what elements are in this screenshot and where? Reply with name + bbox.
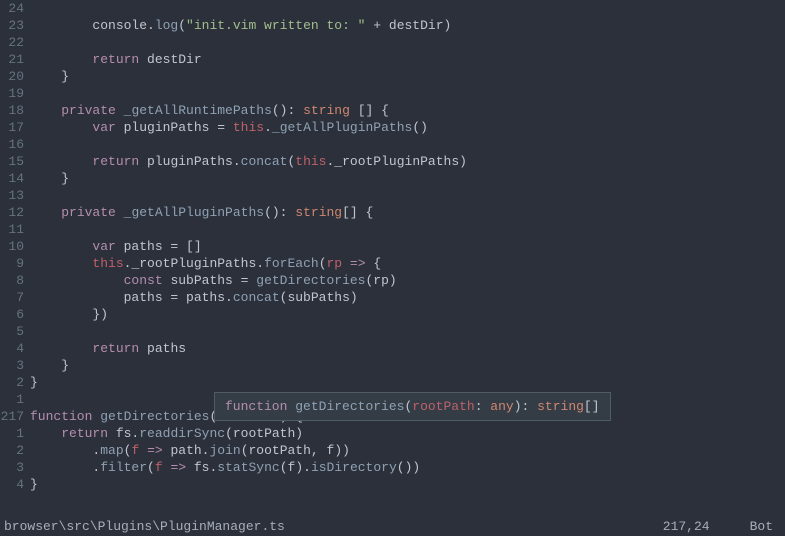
code-content[interactable]: private _getAllPluginPaths(): string[] { [30, 204, 785, 221]
code-content[interactable]: paths = paths.concat(subPaths) [30, 289, 785, 306]
code-line[interactable]: 2} [0, 374, 785, 391]
code-content[interactable]: return pluginPaths.concat(this._rootPlug… [30, 153, 785, 170]
code-content[interactable]: } [30, 68, 785, 85]
code-line[interactable]: 3 } [0, 357, 785, 374]
line-number: 8 [0, 272, 30, 289]
code-content[interactable] [30, 221, 785, 238]
code-line[interactable]: 16 [0, 136, 785, 153]
line-number: 6 [0, 306, 30, 323]
code-line[interactable]: 21 return destDir [0, 51, 785, 68]
code-content[interactable] [30, 323, 785, 340]
code-line[interactable]: 4} [0, 476, 785, 493]
code-content[interactable]: return destDir [30, 51, 785, 68]
line-number: 3 [0, 357, 30, 374]
code-line[interactable]: 7 paths = paths.concat(subPaths) [0, 289, 785, 306]
status-scroll: Bot [750, 518, 773, 536]
status-cursor-pos: 217,24 [663, 518, 710, 536]
code-line[interactable]: 18 private _getAllRuntimePaths(): string… [0, 102, 785, 119]
code-line[interactable]: 5 [0, 323, 785, 340]
line-number: 19 [0, 85, 30, 102]
code-line[interactable]: 15 return pluginPaths.concat(this._rootP… [0, 153, 785, 170]
line-number: 14 [0, 170, 30, 187]
line-number: 10 [0, 238, 30, 255]
code-content[interactable]: } [30, 374, 785, 391]
code-area[interactable]: 2423 console.log("init.vim written to: "… [0, 0, 785, 518]
code-editor[interactable]: 2423 console.log("init.vim written to: "… [0, 0, 785, 536]
code-line[interactable]: 8 const subPaths = getDirectories(rp) [0, 272, 785, 289]
line-number: 12 [0, 204, 30, 221]
line-number: 217 [0, 408, 30, 425]
code-line[interactable]: 17 var pluginPaths = this._getAllPluginP… [0, 119, 785, 136]
line-number: 13 [0, 187, 30, 204]
line-number: 2 [0, 374, 30, 391]
code-content[interactable] [30, 85, 785, 102]
code-line[interactable]: 9 this._rootPluginPaths.forEach(rp => { [0, 255, 785, 272]
code-content[interactable]: const subPaths = getDirectories(rp) [30, 272, 785, 289]
line-number: 9 [0, 255, 30, 272]
line-number: 21 [0, 51, 30, 68]
code-line[interactable]: 13 [0, 187, 785, 204]
code-content[interactable]: .map(f => path.join(rootPath, f)) [30, 442, 785, 459]
code-line[interactable]: 12 private _getAllPluginPaths(): string[… [0, 204, 785, 221]
line-number: 20 [0, 68, 30, 85]
code-content[interactable]: private _getAllRuntimePaths(): string []… [30, 102, 785, 119]
code-line[interactable]: 3 .filter(f => fs.statSync(f).isDirector… [0, 459, 785, 476]
code-line[interactable]: 14 } [0, 170, 785, 187]
line-number: 7 [0, 289, 30, 306]
line-number: 4 [0, 340, 30, 357]
line-number: 16 [0, 136, 30, 153]
code-content[interactable]: }) [30, 306, 785, 323]
statusbar: browser\src\Plugins\PluginManager.ts 217… [0, 518, 785, 536]
line-number: 4 [0, 476, 30, 493]
code-line[interactable]: 1 return fs.readdirSync(rootPath) [0, 425, 785, 442]
code-line[interactable]: 2 .map(f => path.join(rootPath, f)) [0, 442, 785, 459]
code-content[interactable]: return fs.readdirSync(rootPath) [30, 425, 785, 442]
code-content[interactable]: } [30, 476, 785, 493]
line-number: 3 [0, 459, 30, 476]
code-line[interactable]: 6 }) [0, 306, 785, 323]
code-line[interactable]: 20 } [0, 68, 785, 85]
line-number: 1 [0, 391, 30, 408]
line-number: 17 [0, 119, 30, 136]
code-content[interactable]: } [30, 357, 785, 374]
code-line[interactable]: 24 [0, 0, 785, 17]
code-line[interactable]: 10 var paths = [] [0, 238, 785, 255]
code-line[interactable]: 22 [0, 34, 785, 51]
line-number: 2 [0, 442, 30, 459]
code-line[interactable]: 23 console.log("init.vim written to: " +… [0, 17, 785, 34]
code-line[interactable]: 4 return paths [0, 340, 785, 357]
code-content[interactable] [30, 136, 785, 153]
status-filepath: browser\src\Plugins\PluginManager.ts [4, 518, 663, 536]
code-content[interactable]: console.log("init.vim written to: " + de… [30, 17, 785, 34]
code-content[interactable]: .filter(f => fs.statSync(f).isDirectory(… [30, 459, 785, 476]
line-number: 18 [0, 102, 30, 119]
code-content[interactable]: this._rootPluginPaths.forEach(rp => { [30, 255, 785, 272]
hover-tooltip: function getDirectories(rootPath: any): … [214, 392, 611, 421]
code-content[interactable]: var paths = [] [30, 238, 785, 255]
line-number: 11 [0, 221, 30, 238]
line-number: 24 [0, 0, 30, 17]
line-number: 22 [0, 34, 30, 51]
code-content[interactable]: var pluginPaths = this._getAllPluginPath… [30, 119, 785, 136]
code-line[interactable]: 11 [0, 221, 785, 238]
line-number: 23 [0, 17, 30, 34]
code-content[interactable] [30, 187, 785, 204]
code-content[interactable]: return paths [30, 340, 785, 357]
code-content[interactable] [30, 34, 785, 51]
code-content[interactable] [30, 0, 785, 17]
code-line[interactable]: 19 [0, 85, 785, 102]
line-number: 15 [0, 153, 30, 170]
line-number: 5 [0, 323, 30, 340]
line-number: 1 [0, 425, 30, 442]
code-content[interactable]: } [30, 170, 785, 187]
